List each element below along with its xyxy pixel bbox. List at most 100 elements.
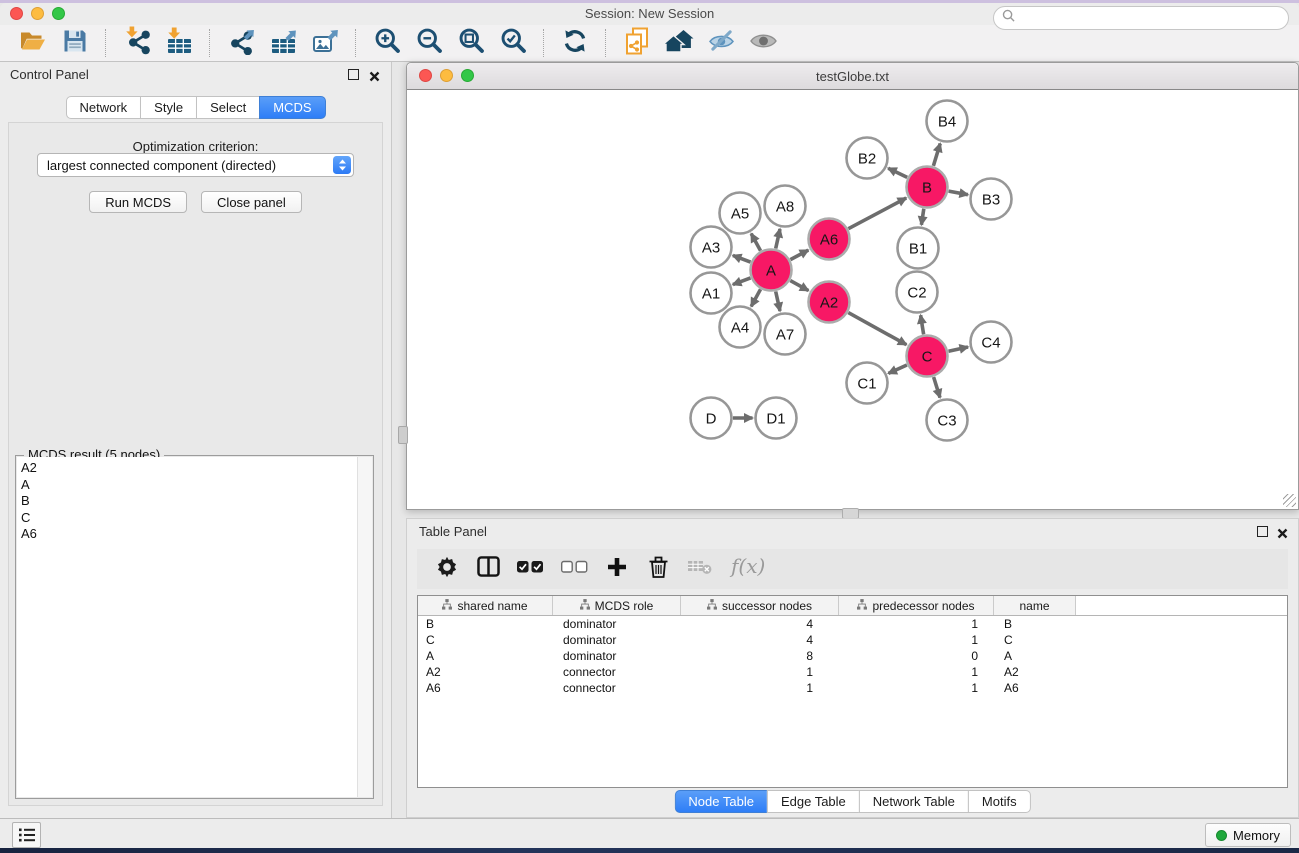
tab-edge-table[interactable]: Edge Table [767,790,860,813]
node-C[interactable]: C [907,336,948,377]
result-scrollbar[interactable] [357,457,372,797]
zoom-out-button[interactable] [408,27,450,59]
zoom-in-button[interactable] [366,27,408,59]
settings-gear-button[interactable] [435,556,459,583]
node-B3[interactable]: B3 [971,179,1012,220]
cell-shared-name[interactable]: A [418,648,553,664]
edge-A-A8[interactable] [776,229,780,249]
cell-name[interactable]: A [994,648,1076,664]
cell-MCDS-role[interactable]: dominator [553,616,681,632]
cell-predecessor-nodes[interactable]: 1 [839,664,994,680]
open-session-button[interactable] [12,27,54,59]
edge-C-C4[interactable] [949,347,969,351]
search-box[interactable] [993,6,1289,30]
resize-grip-icon[interactable] [1283,494,1296,507]
table-close-panel-icon[interactable] [1277,526,1288,537]
cell-MCDS-role[interactable]: connector [553,664,681,680]
node-A7[interactable]: A7 [765,314,806,355]
network-canvas[interactable]: B4B2BB3A8A5A6B1A3AA1C2A2A4A7C4CC1C3DD1 [407,89,1298,509]
edge-C-C3[interactable] [934,377,940,398]
cell-name[interactable]: C [994,632,1076,648]
edge-A-A1[interactable] [733,278,751,285]
column-header-shared-name[interactable]: shared name [418,596,553,615]
cell-predecessor-nodes[interactable]: 1 [839,616,994,632]
table-row[interactable]: Bdominator41B [418,616,1287,632]
node-D[interactable]: D [691,398,732,439]
node-D1[interactable]: D1 [756,398,797,439]
cell-successor-nodes[interactable]: 4 [681,616,839,632]
cell-successor-nodes[interactable]: 1 [681,680,839,696]
hide-selected-button[interactable] [700,27,742,59]
edge-A-A3[interactable] [733,255,751,262]
save-session-button[interactable] [54,27,96,59]
cell-successor-nodes[interactable]: 1 [681,664,839,680]
edge-A-A6[interactable] [790,250,808,260]
edge-C-C1[interactable] [888,365,907,373]
tab-mcds[interactable]: MCDS [259,96,325,119]
show-all-button[interactable] [742,27,784,59]
table-row[interactable]: A2connector11A2 [418,664,1287,680]
criterion-dropdown[interactable]: largest connected component (directed) [37,153,354,177]
zoom-fit-button[interactable] [450,27,492,59]
edge-B-B4[interactable] [933,144,940,166]
node-C1[interactable]: C1 [847,363,888,404]
add-column-button[interactable] [605,557,629,582]
cell-MCDS-role[interactable]: dominator [553,648,681,664]
mcds-result-item[interactable]: A6 [21,526,358,543]
node-C4[interactable]: C4 [971,322,1012,363]
node-C2[interactable]: C2 [897,272,938,313]
delete-column-button[interactable] [646,556,670,583]
node-A1[interactable]: A1 [691,273,732,314]
edge-A-A7[interactable] [776,292,780,312]
node-A[interactable]: A [751,250,792,291]
column-header-successor-nodes[interactable]: successor nodes [681,596,839,615]
column-header-MCDS-role[interactable]: MCDS role [553,596,681,615]
edge-B-B2[interactable] [888,168,907,177]
tab-network-table[interactable]: Network Table [859,790,969,813]
cell-MCDS-role[interactable]: connector [553,680,681,696]
select-all-button[interactable] [517,560,544,578]
tab-select[interactable]: Select [196,96,260,119]
vertical-splitter-handle[interactable] [398,426,408,444]
zoom-selected-button[interactable] [492,27,534,59]
edge-B-B1[interactable] [921,209,923,225]
cell-shared-name[interactable]: B [418,616,553,632]
node-A6[interactable]: A6 [809,219,850,260]
edge-A-A2[interactable] [790,281,808,291]
table-float-panel-icon[interactable] [1257,526,1268,537]
tab-motifs[interactable]: Motifs [968,790,1031,813]
export-table-button[interactable] [262,27,304,59]
cell-predecessor-nodes[interactable]: 1 [839,680,994,696]
mcds-result-list[interactable]: A2ABCA6 [17,457,358,797]
mcds-result-item[interactable]: A2 [21,460,358,477]
cell-name[interactable]: B [994,616,1076,632]
cell-shared-name[interactable]: A2 [418,664,553,680]
node-A8[interactable]: A8 [765,186,806,227]
network-window-titlebar[interactable]: testGlobe.txt [407,63,1298,90]
run-mcds-button[interactable]: Run MCDS [89,191,187,213]
task-history-button[interactable] [12,822,41,848]
edge-A6-B[interactable] [848,198,906,229]
node-A5[interactable]: A5 [720,193,761,234]
search-input[interactable] [1021,10,1280,27]
column-header-predecessor-nodes[interactable]: predecessor nodes [839,596,994,615]
tab-node-table[interactable]: Node Table [674,790,768,813]
node-B1[interactable]: B1 [898,228,939,269]
cell-successor-nodes[interactable]: 8 [681,648,839,664]
edge-A-A4[interactable] [751,289,760,306]
node-B[interactable]: B [907,167,948,208]
node-B2[interactable]: B2 [847,138,888,179]
mcds-result-item[interactable]: A [21,477,358,494]
refresh-view-button[interactable] [554,27,596,59]
column-header-name[interactable]: name [994,596,1076,615]
cell-successor-nodes[interactable]: 4 [681,632,839,648]
cell-shared-name[interactable]: C [418,632,553,648]
node-A4[interactable]: A4 [720,307,761,348]
cell-name[interactable]: A2 [994,664,1076,680]
deselect-all-button[interactable] [561,560,588,578]
memory-button[interactable]: Memory [1205,823,1291,847]
home-button[interactable] [658,27,700,59]
cell-predecessor-nodes[interactable]: 1 [839,632,994,648]
table-row[interactable]: A6connector11A6 [418,680,1287,696]
split-view-button[interactable] [476,556,500,582]
